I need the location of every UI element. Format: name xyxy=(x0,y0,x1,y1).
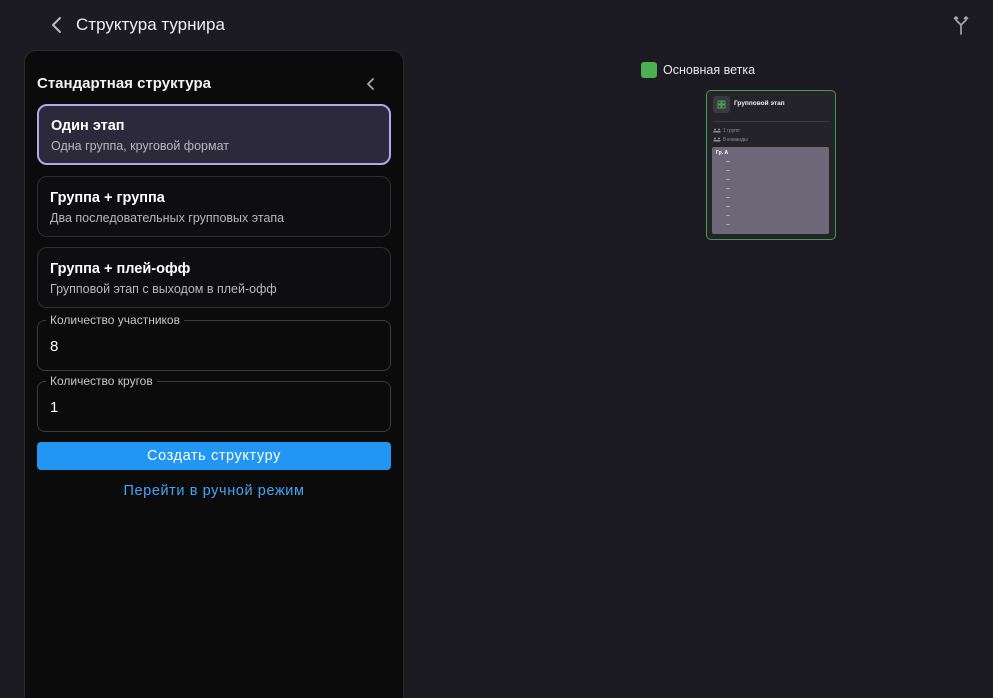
header: Структура турнира xyxy=(0,0,993,50)
stage-icon-box xyxy=(713,96,730,113)
option-group-group[interactable]: Группа + группа Два последовательных гру… xyxy=(37,176,391,237)
option-description: Два последовательных групповых этапа xyxy=(50,211,285,225)
rounds-field: Количество кругов xyxy=(37,374,391,432)
legend-swatch xyxy=(641,62,657,78)
structure-panel: Стандартная структура Один этап Одна гру… xyxy=(24,50,404,698)
stage-title: Групповой этап xyxy=(734,100,785,107)
team-slot xyxy=(726,224,730,225)
team-slot xyxy=(726,188,730,189)
grid-icon xyxy=(717,100,726,109)
stage-teams-stat: 8 команды xyxy=(713,137,748,143)
legend-label: Основная ветка xyxy=(663,63,756,77)
option-title: Один этап xyxy=(51,118,125,134)
collapse-panel-button[interactable] xyxy=(361,74,381,94)
stage-groups-stat: 1 групп xyxy=(713,128,740,134)
groups-icon xyxy=(713,128,721,133)
git-branch-icon xyxy=(953,16,969,35)
rounds-input[interactable] xyxy=(50,396,370,418)
participants-field: Количество участников xyxy=(37,313,391,371)
team-slot xyxy=(726,197,730,198)
groups-count: 1 групп xyxy=(723,128,740,134)
manual-mode-link[interactable]: Перейти в ручной режим xyxy=(37,483,391,499)
group-stage-card[interactable]: Групповой этап 1 групп 8 команды Гр. A xyxy=(706,90,836,240)
teams-count: 8 команды xyxy=(723,137,748,143)
page-title: Структура турнира xyxy=(76,15,225,34)
option-description: Групповой этап с выходом в плей-офф xyxy=(50,282,277,296)
option-title: Группа + группа xyxy=(50,190,165,206)
panel-title: Стандартная структура xyxy=(37,75,211,92)
back-button[interactable] xyxy=(46,14,68,36)
stage-divider xyxy=(713,121,829,122)
group-name: Гр. A xyxy=(716,150,729,156)
rounds-label: Количество кругов xyxy=(46,374,157,388)
option-title: Группа + плей-офф xyxy=(50,261,191,277)
chevron-left-icon xyxy=(367,78,374,90)
participants-label: Количество участников xyxy=(46,313,184,327)
group-box[interactable]: Гр. A xyxy=(712,147,829,234)
chevron-left-icon xyxy=(52,17,61,33)
team-slot xyxy=(726,179,730,180)
team-slot xyxy=(726,215,730,216)
option-single-stage[interactable]: Один этап Одна группа, круговой формат xyxy=(37,104,391,165)
participants-input[interactable] xyxy=(50,335,370,357)
teams-icon xyxy=(713,137,721,142)
create-structure-button[interactable]: Создать структуру xyxy=(37,442,391,470)
team-slot xyxy=(726,170,730,171)
team-slot xyxy=(726,161,730,162)
branch-button[interactable] xyxy=(950,14,972,36)
team-slot xyxy=(726,206,730,207)
option-group-playoff[interactable]: Группа + плей-офф Групповой этап с выход… xyxy=(37,247,391,308)
option-description: Одна группа, круговой формат xyxy=(51,139,229,153)
